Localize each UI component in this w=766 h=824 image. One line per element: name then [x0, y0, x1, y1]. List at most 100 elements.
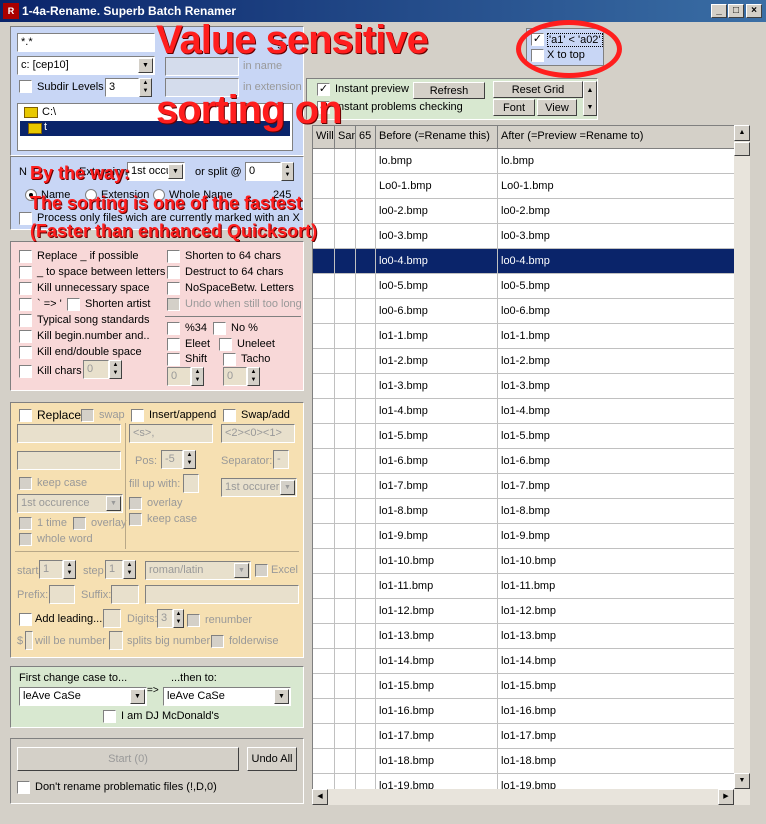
- toolbar-scroll[interactable]: ▲ ▼: [583, 81, 597, 116]
- table-row[interactable]: lo1-16.bmp lo1-16.bmp: [313, 699, 749, 724]
- song-standards-checkbox[interactable]: [19, 314, 32, 327]
- numbering-style-select[interactable]: roman/latin ▼: [145, 561, 251, 580]
- step-input[interactable]: 1: [105, 560, 123, 579]
- split-spinner[interactable]: ▲ ▼: [281, 162, 294, 181]
- tacho-checkbox[interactable]: [223, 353, 236, 366]
- swap-occurrence-select[interactable]: 1st occurer ▼: [221, 478, 297, 497]
- chevron-down-icon[interactable]: ▼: [274, 689, 289, 704]
- one-time-checkbox[interactable]: [19, 517, 32, 530]
- excel-checkbox[interactable]: [255, 564, 268, 577]
- undo-all-button[interactable]: Undo All: [247, 747, 297, 771]
- maximize-button[interactable]: □: [728, 4, 744, 18]
- leading-char-input[interactable]: [103, 609, 121, 628]
- shorten-64-checkbox[interactable]: [167, 250, 180, 263]
- separator-input[interactable]: -: [273, 450, 289, 469]
- drive-select[interactable]: c: [cep10] ▼: [17, 56, 155, 75]
- uneleet-checkbox[interactable]: [219, 338, 232, 351]
- pos-input[interactable]: -5: [161, 450, 183, 469]
- first-case-select[interactable]: leAve CaSe ▼: [19, 687, 147, 706]
- table-row[interactable]: lo1-12.bmp lo1-12.bmp: [313, 599, 749, 624]
- table-row[interactable]: lo1-1.bmp lo1-1.bmp: [313, 324, 749, 349]
- digits-spinner[interactable]: ▲ ▼: [173, 609, 184, 628]
- dont-rename-checkbox[interactable]: [17, 781, 30, 794]
- add-leading-checkbox[interactable]: [19, 613, 32, 626]
- table-row[interactable]: lo0-3.bmp lo0-3.bmp: [313, 224, 749, 249]
- table-row[interactable]: lo1-11.bmp lo1-11.bmp: [313, 574, 749, 599]
- no-pct-checkbox[interactable]: [213, 322, 226, 335]
- table-row[interactable]: lo0-2.bmp lo0-2.bmp: [313, 199, 749, 224]
- table-row[interactable]: lo1-8.bmp lo1-8.bmp: [313, 499, 749, 524]
- start-button[interactable]: Start (0): [17, 747, 239, 771]
- replace-occurrence-select[interactable]: 1st occurence ▼: [17, 494, 123, 513]
- close-button[interactable]: ×: [746, 4, 762, 18]
- pct34-checkbox[interactable]: [167, 322, 180, 335]
- underscore-space-checkbox[interactable]: [19, 266, 32, 279]
- quote-convert-checkbox[interactable]: [19, 298, 32, 311]
- nospace-letters-checkbox[interactable]: [167, 282, 180, 295]
- file-grid[interactable]: Will Sam 65 Before (=Rename this) After …: [312, 125, 750, 805]
- scroll-left-arrow-icon[interactable]: ◀: [312, 789, 328, 805]
- table-row[interactable]: lo1-3.bmp lo1-3.bmp: [313, 374, 749, 399]
- replace-checkbox[interactable]: [19, 409, 32, 422]
- then-case-select[interactable]: leAve CaSe ▼: [163, 687, 291, 706]
- subdir-levels-input[interactable]: 3: [105, 78, 139, 97]
- dj-checkbox[interactable]: [103, 710, 116, 723]
- table-row[interactable]: lo1-4.bmp lo1-4.bmp: [313, 399, 749, 424]
- view-button[interactable]: View: [537, 99, 577, 116]
- swap-add-checkbox[interactable]: [223, 409, 236, 422]
- insert-append-checkbox[interactable]: [131, 409, 144, 422]
- start-spinner[interactable]: ▲ ▼: [63, 560, 76, 579]
- scroll-down-arrow-icon[interactable]: ▼: [734, 773, 750, 789]
- kill-space-checkbox[interactable]: [19, 282, 32, 295]
- start-input[interactable]: 1: [39, 560, 63, 579]
- swap-pattern-input[interactable]: <2><0><1>: [221, 424, 295, 443]
- whole-word-checkbox[interactable]: [19, 533, 32, 546]
- occurrence-select[interactable]: 1st occu ▼: [127, 162, 185, 181]
- digits-input[interactable]: 3: [157, 609, 173, 628]
- horizontal-scrollbar[interactable]: ◀ ▶: [312, 789, 750, 805]
- step-spinner[interactable]: ▲ ▼: [123, 560, 136, 579]
- vertical-scrollbar[interactable]: ▲ ▼: [734, 125, 750, 789]
- split-char-input[interactable]: [109, 631, 123, 650]
- table-row[interactable]: lo1-9.bmp lo1-9.bmp: [313, 524, 749, 549]
- reset-grid-button[interactable]: Reset Grid: [493, 81, 583, 98]
- replace-from-input[interactable]: [17, 424, 121, 443]
- table-row[interactable]: lo1-2.bmp lo1-2.bmp: [313, 349, 749, 374]
- keep-case-checkbox[interactable]: [19, 477, 32, 490]
- table-row[interactable]: lo1-5.bmp lo1-5.bmp: [313, 424, 749, 449]
- subdir-spinner[interactable]: ▲ ▼: [139, 78, 152, 97]
- keep-case2-checkbox[interactable]: [129, 513, 142, 526]
- column-header-after[interactable]: After (=Preview =Rename to): [498, 126, 749, 149]
- kill-chars-spinner[interactable]: ▲ ▼: [109, 360, 122, 379]
- table-row[interactable]: lo1-13.bmp lo1-13.bmp: [313, 624, 749, 649]
- table-row[interactable]: lo1-10.bmp lo1-10.bmp: [313, 549, 749, 574]
- font-button[interactable]: Font: [493, 99, 535, 116]
- shift-checkbox[interactable]: [167, 353, 180, 366]
- chevron-down-icon[interactable]: ▼: [130, 689, 145, 704]
- replace-underscore-checkbox[interactable]: [19, 250, 32, 263]
- scroll-up-arrow-icon[interactable]: ▲: [734, 125, 750, 141]
- table-row[interactable]: lo1-6.bmp lo1-6.bmp: [313, 449, 749, 474]
- table-row[interactable]: lo1-17.bmp lo1-17.bmp: [313, 724, 749, 749]
- swap-checkbox[interactable]: [81, 409, 94, 422]
- folder-item-root[interactable]: C:\: [20, 106, 56, 120]
- overlay-checkbox[interactable]: [129, 497, 142, 510]
- column-header-before[interactable]: Before (=Rename this): [376, 126, 498, 149]
- eleet-checkbox[interactable]: [167, 338, 180, 351]
- pos-spinner[interactable]: ▲ ▼: [183, 450, 196, 469]
- numbering-mask-input[interactable]: [145, 585, 299, 604]
- kill-begin-number-checkbox[interactable]: [19, 330, 32, 343]
- subdir-checkbox[interactable]: [19, 80, 32, 93]
- table-row[interactable]: lo1-15.bmp lo1-15.bmp: [313, 674, 749, 699]
- chevron-down-icon[interactable]: ▼: [106, 496, 121, 511]
- insert-input[interactable]: <s>,: [129, 424, 213, 443]
- chevron-down-icon[interactable]: ▼: [138, 58, 153, 73]
- split-input[interactable]: 0: [245, 162, 281, 181]
- tacho-spinner[interactable]: ▲ ▼: [247, 367, 260, 386]
- prefix-input[interactable]: [49, 585, 75, 604]
- chevron-down-icon[interactable]: ▼: [280, 480, 295, 495]
- minimize-button[interactable]: _: [711, 4, 727, 18]
- fill-up-input[interactable]: [183, 474, 199, 493]
- suffix-input[interactable]: [111, 585, 139, 604]
- chevron-down-icon[interactable]: ▼: [234, 563, 249, 578]
